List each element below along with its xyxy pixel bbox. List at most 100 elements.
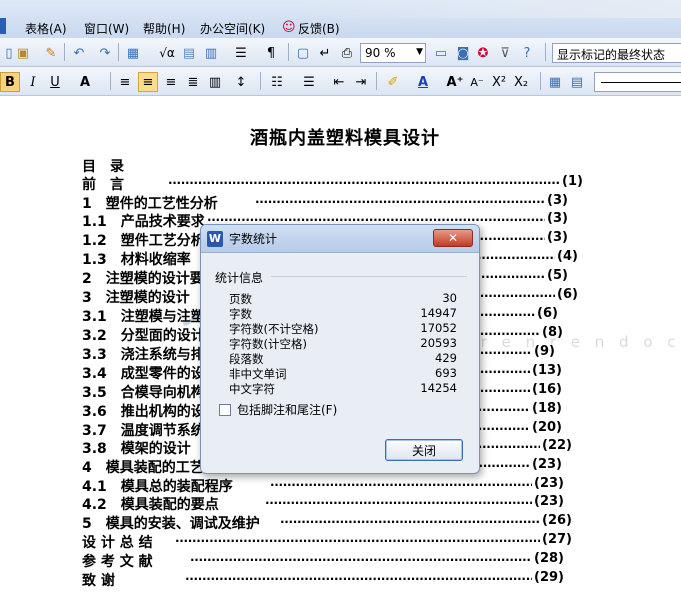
feedback-icon: ☺ <box>282 20 296 35</box>
menu-help[interactable]: 帮助(H) <box>143 20 185 37</box>
track-changes-select[interactable]: 显示标记的最终状态 <box>552 43 681 63</box>
toc-entry-label: 1 塑件的工艺性分析 <box>82 196 218 212</box>
insert-table-icon[interactable]: ▦ <box>124 44 142 62</box>
checkbox-box[interactable] <box>219 403 231 416</box>
stat-label: 字符数(不计空格) <box>229 322 319 336</box>
help-icon[interactable]: ? <box>518 44 536 62</box>
toc-entry-label: 3.8 模架的设计 <box>82 441 191 457</box>
stats-group-label: 统计信息 <box>215 271 264 285</box>
toc-page-number: (23) <box>532 457 562 472</box>
decrease-indent-icon[interactable]: ⇤ <box>330 73 348 91</box>
toc-entry-label: 4 模具装配的工艺 <box>82 460 204 476</box>
grow-font-icon[interactable]: A⁺ <box>446 73 464 91</box>
toc-page-number: (8) <box>542 325 563 340</box>
align-right-icon[interactable]: ≡ <box>162 73 180 91</box>
toc-leader-dots: ········································… <box>185 572 532 586</box>
toc-entry-label: 参 考 文 献 <box>82 554 153 570</box>
paragraph-mark-icon[interactable]: ↵ <box>316 44 334 62</box>
template-icon[interactable]: ✪ <box>474 44 492 62</box>
close-button[interactable]: 关闭 <box>385 439 463 461</box>
read-mode-icon[interactable]: ▭ <box>432 44 450 62</box>
undo-icon[interactable]: ↶ <box>70 44 88 62</box>
page-setup-icon[interactable]: ▤ <box>568 73 586 91</box>
table-props-icon[interactable]: ▦ <box>546 73 564 91</box>
toc-page-number: (23) <box>534 476 564 491</box>
zoom-select[interactable]: 90 % ▼ <box>360 43 426 63</box>
writer-app-icon: W <box>207 230 223 247</box>
toc-entry-label: 1.2 塑件工艺分析 <box>82 233 205 249</box>
dictionary-icon[interactable]: ◙ <box>454 44 472 62</box>
document-map-icon[interactable]: ▢ <box>294 44 312 62</box>
increase-indent-icon[interactable]: ⇥ <box>352 73 370 91</box>
line-preview <box>601 82 681 83</box>
menu-window[interactable]: 窗口(W) <box>84 20 129 37</box>
stat-label: 字数 <box>229 307 252 321</box>
include-footnotes-checkbox[interactable]: 包括脚注和尾注(F) <box>219 401 337 418</box>
separator <box>260 72 261 90</box>
toc-entry-label: 设 计 总 结 <box>82 535 153 551</box>
font-color-a-icon[interactable]: A <box>76 73 94 91</box>
subscript-icon[interactable]: X₂ <box>512 73 530 91</box>
title-bar-fade <box>300 0 681 18</box>
align-left-icon[interactable]: ≡ <box>116 73 134 91</box>
paste-icon[interactable]: ▣ <box>14 44 32 62</box>
columns-icon[interactable]: ☰ <box>232 44 250 62</box>
menu-table[interactable]: 表格(A) <box>25 20 67 37</box>
filter-icon[interactable]: ⊽ <box>496 44 514 62</box>
menu-feedback[interactable]: 反馈(B) <box>298 20 340 37</box>
underline-button[interactable]: U <box>46 73 64 91</box>
word-count-dialog: W 字数统计 ✕ 统计信息 页数 30 字数 14947 字符数(不计空格) 17052 字… <box>200 224 480 474</box>
shrink-font-icon[interactable]: A⁻ <box>468 73 486 91</box>
stat-row: 字数 14947 <box>229 306 457 322</box>
bold-button[interactable]: B <box>0 72 20 92</box>
toc-page-number: (16) <box>532 382 562 397</box>
highlight-icon[interactable]: ✐ <box>384 73 402 91</box>
stat-value: 20593 <box>420 336 457 350</box>
close-icon[interactable]: ✕ <box>433 229 473 247</box>
stat-row: 页数 30 <box>229 291 457 307</box>
redo-icon[interactable]: ↷ <box>96 44 114 62</box>
line-style-select[interactable] <box>594 72 681 92</box>
toc-entry-label: 3.1 注塑模与注塑 <box>82 309 205 325</box>
checkbox-label: 包括脚注和尾注(F) <box>237 403 338 417</box>
separator <box>545 43 546 61</box>
track-changes-value: 显示标记的最终状态 <box>557 48 666 62</box>
toc-leader-dots: ········································… <box>280 515 540 529</box>
stat-value: 30 <box>442 291 457 305</box>
bullets-icon[interactable]: ☰ <box>300 73 318 91</box>
menu-office-space[interactable]: 办公空间(K) <box>200 20 265 37</box>
align-center-icon[interactable]: ≡ <box>138 72 158 92</box>
toc-leader-dots: ········································… <box>255 195 545 209</box>
line-spacing-icon[interactable]: ↕ <box>232 73 250 91</box>
toc-page-number: (6) <box>537 306 558 321</box>
toc-page-number: (6) <box>557 287 578 302</box>
chart-icon[interactable]: ▤ <box>180 44 198 62</box>
toc-page-number: (3) <box>547 193 568 208</box>
toc-page-number: (29) <box>534 570 564 585</box>
justify-icon[interactable]: ≣ <box>184 73 202 91</box>
toc-page-number: (3) <box>547 211 568 226</box>
superscript-icon[interactable]: X² <box>490 73 508 91</box>
font-color-icon[interactable]: A <box>414 73 432 91</box>
toc-leader-dots: ········································… <box>190 553 532 567</box>
toc-leader-dots: ········································… <box>265 496 532 510</box>
chevron-down-icon: ▼ <box>416 47 423 57</box>
stat-value: 693 <box>435 366 457 380</box>
toc-page-number: (4) <box>557 249 578 264</box>
stat-label: 非中文单词 <box>229 367 287 381</box>
numbering-icon[interactable]: ☷ <box>268 73 286 91</box>
formula-icon[interactable]: √α <box>158 44 176 62</box>
stat-label: 中文字符 <box>229 382 275 396</box>
distribute-icon[interactable]: ▥ <box>206 73 224 91</box>
stat-row: 字符数(计空格) 20593 <box>229 336 457 352</box>
show-marks-icon[interactable]: ¶ <box>262 44 280 62</box>
toc-page-number: (20) <box>532 420 562 435</box>
format-painter-icon[interactable]: ✎ <box>42 44 60 62</box>
stat-row: 字符数(不计空格) 17052 <box>229 321 457 337</box>
toc-page-number: (28) <box>534 551 564 566</box>
toc-page-number: (22) <box>542 438 572 453</box>
toc-entry-label: 4.2 模具装配的要点 <box>82 497 219 513</box>
print-preview-icon[interactable]: ⎙ <box>338 44 356 62</box>
italic-button[interactable]: I <box>24 73 42 91</box>
grid-icon[interactable]: ▥ <box>202 44 220 62</box>
